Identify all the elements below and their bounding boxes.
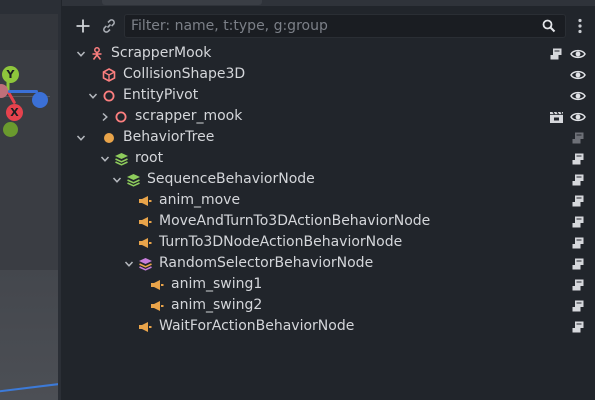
layers-icon (113, 148, 129, 169)
node3d-icon (113, 106, 129, 127)
node-label: EntityPivot (123, 87, 199, 103)
kebab-menu-icon[interactable] (570, 15, 590, 37)
viewport-toolbar (0, 14, 61, 50)
viewport-top-bar (0, 0, 61, 14)
tree-row-anim-swing1[interactable]: anim_swing1 (62, 274, 595, 295)
script-icon[interactable] (570, 319, 586, 335)
eye-icon[interactable] (570, 88, 586, 104)
node-label: anim_swing2 (171, 297, 263, 313)
action-icon (137, 211, 153, 232)
plus-icon (76, 19, 90, 33)
gizmo-y-axis[interactable]: Y (2, 66, 19, 83)
search-icon[interactable] (539, 16, 559, 36)
script-icon[interactable] (570, 256, 586, 272)
gizmo-x-axis[interactable]: X (6, 104, 23, 121)
dock-tab[interactable] (102, 0, 262, 5)
node-label: anim_move (159, 192, 241, 208)
layers-icon (125, 169, 141, 190)
tree-row-anim-swing2[interactable]: anim_swing2 (62, 295, 595, 316)
node-label: WaitForActionBehaviorNode (159, 318, 355, 334)
tree-row-waitforactionbehaviornode[interactable]: WaitForActionBehaviorNode (62, 316, 595, 337)
viewport-floor (0, 270, 61, 400)
eye-icon[interactable] (570, 109, 586, 125)
chevron-down-icon[interactable] (123, 253, 135, 274)
tree-row-turnto3dnodeactionbehaviornode[interactable]: TurnTo3DNodeActionBehaviorNode (62, 232, 595, 253)
tree-row-anim-move[interactable]: anim_move (62, 190, 595, 211)
action-icon (137, 190, 153, 211)
collision-shape-icon (101, 64, 117, 85)
action-icon (137, 232, 153, 253)
chevron-down-icon[interactable] (111, 169, 123, 190)
instance-scene-button[interactable] (98, 15, 120, 37)
script-icon[interactable] (570, 130, 586, 146)
gizmo-z-axis[interactable] (32, 92, 48, 108)
node-label: MoveAndTurnTo3DActionBehaviorNode (159, 213, 431, 229)
viewport-split-edge[interactable] (58, 0, 61, 400)
tree-row-entitypivot[interactable]: EntityPivot (62, 85, 595, 106)
link-icon (103, 19, 115, 33)
node-label: TurnTo3DNodeActionBehaviorNode (159, 234, 403, 250)
tree-row-scrapper-mook[interactable]: scrapper_mook (62, 106, 595, 127)
clapperboard-icon[interactable] (548, 109, 564, 125)
node-label: root (135, 150, 164, 166)
tree-row-moveandturnto3dactionbehaviornode[interactable]: MoveAndTurnTo3DActionBehaviorNode (62, 211, 595, 232)
scene-root-icon (89, 43, 105, 64)
eye-icon[interactable] (570, 46, 586, 62)
node-label: CollisionShape3D (123, 66, 246, 82)
action-icon (137, 316, 153, 337)
tree-row-randomselectorbehaviornode[interactable]: RandomSelectorBehaviorNode (62, 253, 595, 274)
chevron-down-icon[interactable] (75, 43, 87, 64)
script-icon[interactable] (570, 172, 586, 188)
action-icon (149, 295, 165, 316)
tree-row-scrappermook[interactable]: ScrapperMook (62, 43, 595, 64)
eye-icon[interactable] (570, 67, 586, 83)
tree-row-behaviortree[interactable]: BehaviorTree (62, 127, 595, 148)
scene-dock: ScrapperMook CollisionShape3D (62, 0, 595, 400)
tree-row-sequencebehaviornode[interactable]: SequenceBehaviorNode (62, 169, 595, 190)
node-label: ScrapperMook (111, 45, 212, 61)
node-label: RandomSelectorBehaviorNode (159, 255, 374, 271)
chevron-down-icon[interactable] (99, 148, 111, 169)
script-icon[interactable] (570, 277, 586, 293)
script-icon[interactable] (570, 298, 586, 314)
node-label: BehaviorTree (123, 129, 215, 145)
script-icon[interactable] (570, 151, 586, 167)
layers-icon (137, 253, 153, 274)
script-icon[interactable] (570, 193, 586, 209)
script-icon[interactable] (570, 214, 586, 230)
chevron-down-icon[interactable] (87, 85, 99, 106)
add-node-button[interactable] (72, 15, 94, 37)
script-icon[interactable] (548, 46, 564, 62)
node-label: anim_swing1 (171, 276, 263, 292)
gizmo-z-line (8, 90, 38, 93)
node-label: SequenceBehaviorNode (147, 171, 315, 187)
action-icon (149, 274, 165, 295)
3d-viewport[interactable]: Y X (0, 0, 61, 400)
script-icon[interactable] (570, 235, 586, 251)
gizmo-neg-y-axis[interactable] (3, 122, 18, 137)
chevron-down-icon[interactable] (75, 127, 87, 148)
filter-box (124, 14, 566, 38)
scene-toolbar (62, 9, 595, 43)
node-label: scrapper_mook (135, 108, 243, 124)
behavior-tree-icon (101, 127, 117, 148)
chevron-right-icon[interactable] (99, 106, 111, 127)
tree-row-root[interactable]: root (62, 148, 595, 169)
node3d-icon (101, 85, 117, 106)
tree-row-collisionshape3d[interactable]: CollisionShape3D (62, 64, 595, 85)
filter-input[interactable] (125, 15, 539, 37)
